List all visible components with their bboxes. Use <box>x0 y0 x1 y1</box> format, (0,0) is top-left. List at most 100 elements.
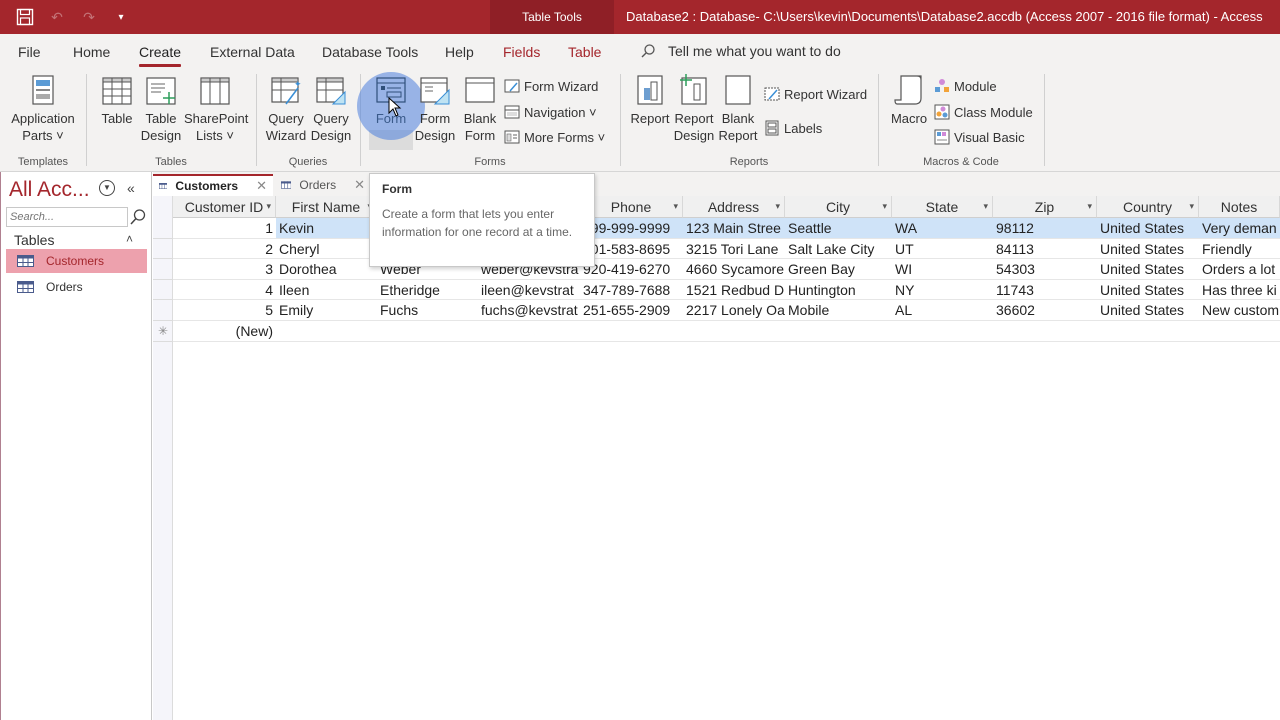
table-cell[interactable]: Seattle <box>785 218 892 238</box>
table-cell[interactable]: 347-789-7688 <box>580 280 683 300</box>
new-record-label[interactable]: (New) <box>173 321 276 341</box>
collapse-pane-icon[interactable]: « <box>127 180 135 196</box>
table-cell[interactable]: Ileen <box>276 280 377 300</box>
form-design-button[interactable]: Form Design <box>414 74 456 144</box>
tab-fields[interactable]: Fields <box>503 44 540 60</box>
table-cell[interactable]: 123 Main Stree <box>683 218 785 238</box>
table-cell[interactable]: WA <box>892 218 993 238</box>
sharepoint-lists-button[interactable]: SharePoint Lists ˅ <box>184 74 248 144</box>
column-filter-dropdown-icon[interactable]: ▾ <box>882 201 887 212</box>
table-cell[interactable]: Etheridge <box>377 280 478 300</box>
table-cell[interactable]: 2217 Lonely Oa <box>683 300 785 320</box>
record-selector[interactable] <box>153 300 173 321</box>
application-parts-button[interactable]: Application Parts ˅ <box>8 74 78 144</box>
macro-button[interactable]: Macro <box>888 74 930 127</box>
table-cell[interactable]: 251-655-2909 <box>580 300 683 320</box>
table-cell[interactable]: 3215 Tori Lane <box>683 239 785 259</box>
table-cell[interactable]: Green Bay <box>785 259 892 279</box>
column-header[interactable]: Address ▾ <box>683 196 785 218</box>
record-selector[interactable] <box>153 239 173 260</box>
table-cell[interactable]: 2 <box>173 239 276 259</box>
table-cell[interactable]: Orders a lot <box>1199 259 1280 279</box>
table-cell[interactable]: Cheryl <box>276 239 377 259</box>
new-record-row[interactable]: (New) <box>173 321 1280 342</box>
table-cell[interactable]: 84113 <box>993 239 1097 259</box>
report-button[interactable]: Report <box>630 74 670 127</box>
column-header[interactable]: Country ▾ <box>1097 196 1199 218</box>
module-button[interactable]: Module <box>934 78 997 94</box>
column-header[interactable]: Notes <box>1199 196 1280 218</box>
table-cell[interactable]: 3 <box>173 259 276 279</box>
navigation-button[interactable]: Navigation ˅ <box>504 104 597 120</box>
search-icon[interactable] <box>129 207 147 227</box>
table-cell[interactable]: Kevin <box>276 218 377 238</box>
nav-pane-title[interactable]: All Acc... <box>9 178 90 202</box>
tab-home[interactable]: Home <box>73 44 110 60</box>
table-cell[interactable]: ileen@kevstrat <box>478 280 580 300</box>
table-cell[interactable]: 1 <box>173 218 276 238</box>
nav-item-customers[interactable]: Customers <box>6 249 147 273</box>
blank-form-button[interactable]: Blank Form <box>460 74 500 144</box>
tab-help[interactable]: Help <box>445 44 474 60</box>
blank-report-button[interactable]: Blank Report <box>716 74 760 144</box>
column-filter-dropdown-icon[interactable]: ▾ <box>266 201 271 212</box>
table-cell[interactable]: Fuchs <box>377 300 478 320</box>
report-wizard-button[interactable]: Report Wizard <box>764 86 867 102</box>
table-cell[interactable]: United States <box>1097 218 1199 238</box>
table-cell[interactable]: Salt Lake City <box>785 239 892 259</box>
nav-menu-dropdown-icon[interactable]: ▼ <box>99 180 115 196</box>
table-row[interactable]: 4 Ileen Etheridge ileen@kevstrat 347-789-768… <box>173 280 1280 301</box>
table-cell[interactable]: WI <box>892 259 993 279</box>
table-cell[interactable]: fuchs@kevstrat <box>478 300 580 320</box>
close-icon[interactable]: ✕ <box>354 177 365 193</box>
query-wizard-button[interactable]: ✦ Query Wizard <box>264 74 308 144</box>
column-filter-dropdown-icon[interactable]: ▾ <box>983 201 988 212</box>
new-record-icon[interactable]: ✳ <box>153 321 173 342</box>
more-forms-button[interactable]: More Forms ˅ <box>504 129 605 145</box>
table-row[interactable]: 5 Emily Fuchs fuchs@kevstrat 251-655-2909 221… <box>173 300 1280 321</box>
column-filter-dropdown-icon[interactable]: ▾ <box>1087 201 1092 212</box>
table-cell[interactable]: 11743 <box>993 280 1097 300</box>
table-row[interactable]: 2 Cheryl 801-583-8695 3215 Tori Lane Salt La… <box>173 239 1280 260</box>
tab-table[interactable]: Table <box>568 44 601 60</box>
record-selector[interactable] <box>153 218 173 239</box>
table-cell[interactable]: Huntington <box>785 280 892 300</box>
tab-create[interactable]: Create <box>139 44 182 67</box>
column-header[interactable]: Phone ▾ <box>580 196 683 218</box>
undo-icon[interactable]: ↶ <box>46 6 68 28</box>
tab-file[interactable]: File <box>18 44 41 60</box>
tell-me-box[interactable]: Tell me what you want to do <box>640 43 841 59</box>
table-cell[interactable]: 5 <box>173 300 276 320</box>
doc-tab-customers[interactable]: Customers ✕ <box>153 174 273 196</box>
column-filter-dropdown-icon[interactable]: ▾ <box>775 201 780 212</box>
column-filter-dropdown-icon[interactable]: ▾ <box>673 201 678 212</box>
table-cell[interactable]: Has three ki <box>1199 280 1280 300</box>
tab-external-data[interactable]: External Data <box>210 44 295 60</box>
table-button[interactable]: Table <box>98 74 136 127</box>
table-row[interactable]: 3 Dorothea Weber weber@kevstra 920-419-6270 4… <box>173 259 1280 280</box>
query-design-button[interactable]: Query Design <box>309 74 353 144</box>
table-cell[interactable]: New custom <box>1199 300 1280 320</box>
column-header[interactable]: City ▾ <box>785 196 892 218</box>
table-cell[interactable]: Dorothea <box>276 259 377 279</box>
form-wizard-button[interactable]: Form Wizard <box>504 78 598 94</box>
class-module-button[interactable]: Class Module <box>934 104 1033 120</box>
nav-search-input[interactable] <box>6 207 128 227</box>
table-cell[interactable]: Friendly <box>1199 239 1280 259</box>
table-design-button[interactable]: Table Design <box>138 74 184 144</box>
table-cell[interactable]: Mobile <box>785 300 892 320</box>
table-cell[interactable]: 1521 Redbud D <box>683 280 785 300</box>
table-cell[interactable]: United States <box>1097 300 1199 320</box>
table-cell[interactable]: 98112 <box>993 218 1097 238</box>
column-filter-dropdown-icon[interactable]: ▾ <box>1189 201 1194 212</box>
doc-tab-orders[interactable]: Orders ✕ <box>275 174 371 196</box>
customize-qat-icon[interactable]: ▾ <box>110 6 132 28</box>
labels-button[interactable]: Labels <box>764 120 822 136</box>
table-cell[interactable]: United States <box>1097 239 1199 259</box>
table-cell[interactable]: 36602 <box>993 300 1097 320</box>
table-cell[interactable]: Emily <box>276 300 377 320</box>
table-cell[interactable]: United States <box>1097 259 1199 279</box>
table-cell[interactable]: 4 <box>173 280 276 300</box>
table-cell[interactable]: 920-419-6270 <box>580 259 683 279</box>
nav-item-orders[interactable]: Orders <box>6 275 147 299</box>
